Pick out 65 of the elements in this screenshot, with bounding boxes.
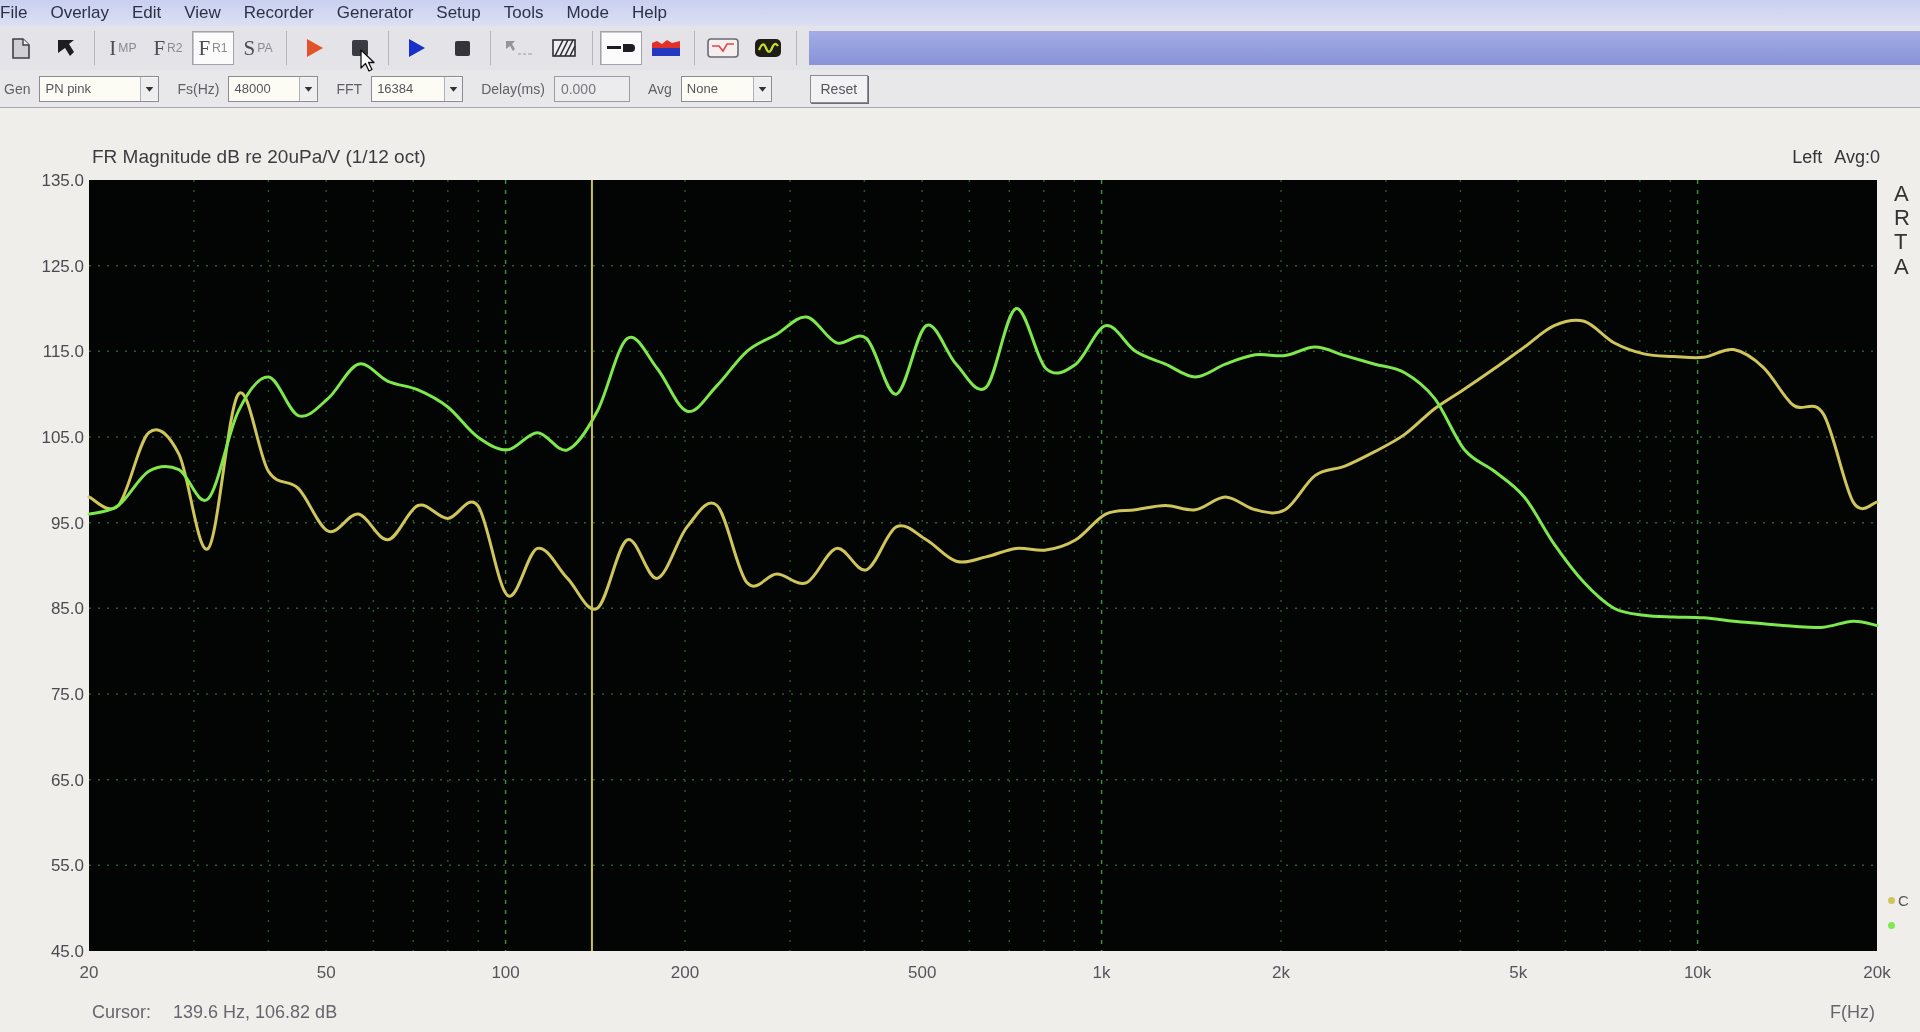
- pointer-icon: [506, 41, 532, 55]
- axis-tick-label: 45.0: [50, 942, 84, 961]
- axis-title: F(Hz): [1830, 1002, 1875, 1023]
- caret-icon: [140, 76, 159, 101]
- menu-item[interactable]: Setup: [436, 0, 481, 26]
- field-label: FFT: [336, 80, 363, 97]
- caret-icon: [752, 76, 771, 101]
- axis-tick-label: 1k: [1092, 963, 1111, 982]
- reset-button[interactable]: Reset: [809, 74, 868, 103]
- dropdown[interactable]: None: [680, 75, 772, 102]
- menu-item[interactable]: Recorder: [243, 0, 314, 26]
- stop-icon: [454, 40, 470, 56]
- line-dot-icon: [607, 42, 635, 54]
- field-label: Delay(ms): [481, 80, 545, 97]
- axis-tick-label: 55.0: [50, 856, 84, 876]
- axis-tick-label: 115.0: [42, 342, 84, 362]
- axis-tick-label: 135.0: [41, 171, 84, 190]
- cursor-readout: 139.6 Hz, 106.82 dB: [173, 1002, 338, 1023]
- axis-tick-label: 10k: [1683, 963, 1712, 982]
- spectrum-icon: [652, 40, 680, 56]
- channel-label: Left: [1792, 147, 1823, 168]
- field-label: Avg: [647, 80, 672, 97]
- dropdown[interactable]: 48000: [228, 75, 319, 102]
- menu-item[interactable]: File: [0, 0, 28, 26]
- menu-item[interactable]: Edit: [132, 0, 162, 26]
- oscilloscope-icon: [755, 39, 781, 57]
- hatched-square-icon: [552, 39, 576, 57]
- axis-tick-label: 5k: [1509, 963, 1528, 982]
- axis-tick-label: 125.0: [41, 256, 84, 276]
- axis-tick-label: 75.0: [50, 685, 84, 704]
- chart-title: FR Magnitude dB re 20uPa/V (1/12 oct): [92, 146, 426, 168]
- graph-window-icon: [707, 38, 739, 58]
- caret-icon: [299, 76, 318, 101]
- cursor-label: Cursor:: [92, 1002, 151, 1023]
- vertical-brand-text: ARTA: [1894, 182, 1911, 279]
- field-label: Fs(Hz): [177, 80, 220, 97]
- axis-tick-label: 95.0: [50, 513, 84, 533]
- menu-item[interactable]: Mode: [566, 0, 609, 26]
- axis-tick-label: 500: [908, 963, 937, 982]
- arrow-icon: [58, 40, 74, 56]
- play-icon: [307, 39, 323, 57]
- menu-item[interactable]: Tools: [503, 0, 544, 26]
- axis-tick-label: 20k: [1863, 963, 1891, 982]
- axis-tick-label: 105.0: [41, 428, 84, 447]
- axis-tick-label: 65.0: [50, 770, 84, 790]
- document-icon: [12, 37, 30, 59]
- field-label: Gen: [4, 80, 31, 97]
- axis-tick-label: 50: [316, 963, 336, 982]
- menu-item[interactable]: Help: [631, 0, 667, 26]
- axis-tick-label: 20: [79, 963, 99, 982]
- menu-item[interactable]: Overlay: [50, 0, 109, 26]
- axis-tick-label: 100: [491, 963, 520, 982]
- average-count: Avg:0: [1834, 147, 1880, 168]
- play-icon: [409, 39, 425, 57]
- dropdown[interactable]: PN pink: [39, 75, 160, 102]
- legend-label: C: [1898, 892, 1909, 909]
- menu-item[interactable]: Generator: [336, 0, 414, 26]
- caret-icon: [444, 76, 463, 101]
- mouse-pointer-icon: [360, 49, 375, 72]
- axis-tick-label: 2k: [1272, 963, 1290, 982]
- axis-tick-label: 200: [670, 963, 700, 982]
- axis-tick-label: 85.0: [50, 599, 84, 619]
- toolbar-button[interactable]: [600, 31, 642, 65]
- dropdown[interactable]: 16384: [371, 75, 464, 102]
- menu-item[interactable]: View: [184, 0, 221, 26]
